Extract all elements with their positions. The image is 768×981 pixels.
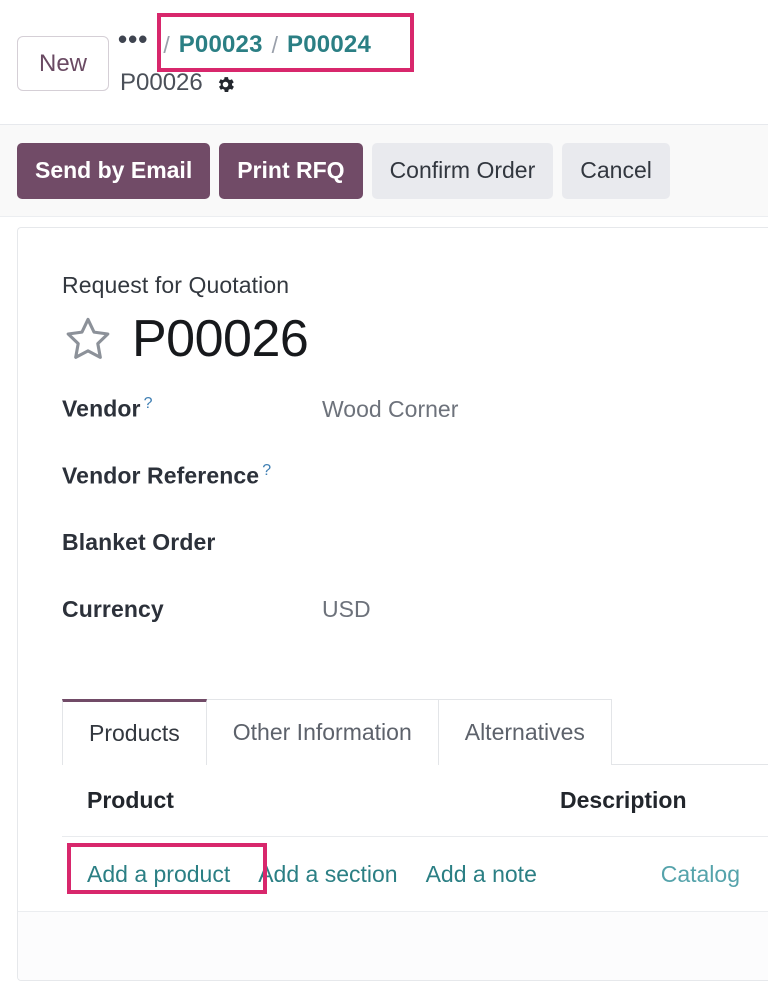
field-vendor-label: Vendor? (62, 395, 322, 423)
field-vendor: Vendor? Wood Corner (62, 395, 768, 462)
order-lines-actions-row: Add a product Add a section Add a note C… (62, 837, 768, 911)
tab-products[interactable]: Products (62, 699, 207, 765)
help-tooltip-icon[interactable]: ? (144, 395, 153, 412)
confirm-order-button[interactable]: Confirm Order (371, 142, 554, 199)
form-sheet: Request for Quotation P00026 Vendor? Woo… (17, 227, 768, 981)
catalog-button[interactable]: Catalog (661, 861, 740, 888)
field-currency: Currency USD (62, 596, 768, 663)
field-blanket-order-label-text: Blanket Order (62, 529, 216, 555)
breadcrumb-overflow-icon[interactable]: ••• (118, 26, 154, 56)
breadcrumb-separator-2: / (271, 31, 279, 58)
star-outline-icon[interactable] (62, 314, 114, 364)
field-blanket-order-label: Blanket Order (62, 529, 322, 556)
field-blanket-order: Blanket Order (62, 529, 768, 596)
notebook: Products Other Information Alternatives … (18, 699, 768, 980)
breadcrumb-current: P00026 (118, 66, 758, 100)
tab-alternatives-label: Alternatives (464, 719, 585, 745)
breadcrumb-ancestors: ••• / P00023 / P00024 (118, 24, 758, 66)
cancel-button[interactable]: Cancel (562, 142, 670, 199)
field-currency-label: Currency (62, 596, 322, 623)
cancel-label: Cancel (580, 157, 652, 183)
tab-products-label: Products (89, 720, 180, 746)
column-header-description[interactable]: Description (560, 787, 687, 814)
order-lines-header: Product Description (62, 765, 768, 837)
field-currency-label-text: Currency (62, 596, 164, 622)
tabs-filler (611, 699, 768, 765)
send-by-email-label: Send by Email (35, 157, 193, 183)
field-vendor-reference-label: Vendor Reference? (62, 462, 322, 490)
tab-alternatives[interactable]: Alternatives (437, 699, 612, 765)
field-currency-value[interactable]: USD (322, 596, 371, 623)
page-subtitle: Request for Quotation (62, 272, 290, 298)
help-tooltip-icon[interactable]: ? (262, 462, 271, 479)
tab-other-information-label: Other Information (232, 719, 412, 745)
breadcrumb-current-label: P00026 (120, 69, 203, 96)
action-button-bar: Send by Email Print RFQ Confirm Order Ca… (0, 125, 768, 217)
add-a-note-link[interactable]: Add a note (426, 861, 537, 888)
notebook-tabs: Products Other Information Alternatives (62, 699, 768, 765)
send-by-email-button[interactable]: Send by Email (17, 142, 211, 199)
record-title-row: P00026 (62, 313, 768, 365)
field-vendor-label-text: Vendor (62, 395, 141, 422)
field-vendor-reference: Vendor Reference? (62, 462, 768, 529)
form-sheet-container: Request for Quotation P00026 Vendor? Woo… (0, 217, 768, 981)
new-button-label: New (38, 49, 87, 77)
add-a-section-link[interactable]: Add a section (258, 861, 397, 888)
breadcrumb-item-p00024[interactable]: P00024 (287, 31, 371, 59)
print-rfq-button[interactable]: Print RFQ (219, 142, 363, 199)
breadcrumb-item-p00023[interactable]: P00023 (179, 31, 263, 59)
new-record-button[interactable]: New (17, 36, 109, 91)
field-vendor-reference-label-text: Vendor Reference (62, 462, 260, 489)
field-vendor-value[interactable]: Wood Corner (322, 396, 458, 423)
page-title: P00026 (132, 310, 309, 368)
gear-icon[interactable] (215, 74, 236, 95)
order-lines-empty-area (18, 911, 768, 980)
confirm-order-label: Confirm Order (389, 157, 536, 183)
breadcrumb: ••• / P00023 / P00024 P00026 (118, 24, 758, 100)
add-a-product-link[interactable]: Add a product (87, 861, 230, 888)
breadcrumb-bar: New ••• / P00023 / P00024 P00026 (0, 0, 768, 125)
breadcrumb-separator-1: / (163, 31, 170, 58)
tab-other-information[interactable]: Other Information (205, 699, 439, 765)
column-header-product[interactable]: Product (87, 787, 560, 814)
print-rfq-label: Print RFQ (237, 157, 345, 183)
